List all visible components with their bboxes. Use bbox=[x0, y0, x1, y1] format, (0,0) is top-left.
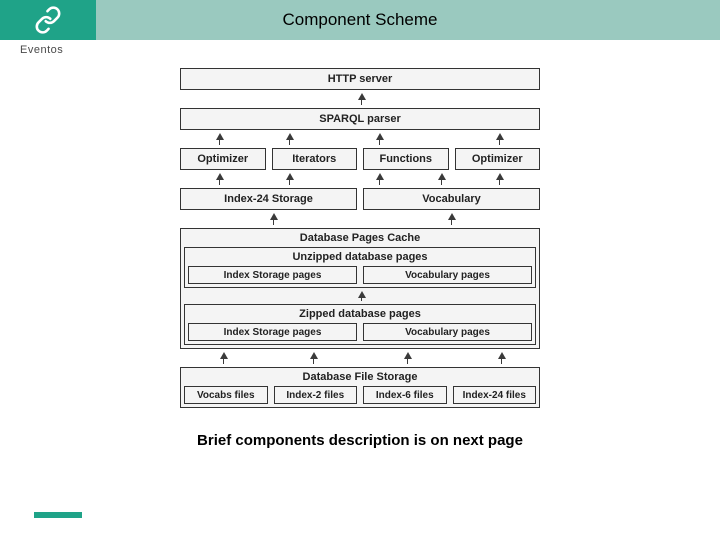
arrow-row bbox=[180, 173, 540, 185]
arrow-row bbox=[180, 133, 540, 145]
box-index-storage-pages-z: Index Storage pages bbox=[188, 323, 357, 341]
box-index-2-files: Index-2 files bbox=[274, 386, 358, 404]
arrow-row bbox=[180, 93, 540, 105]
footer-note: Brief components description is on next … bbox=[197, 432, 523, 449]
arrow-row bbox=[180, 352, 540, 364]
link-icon bbox=[34, 6, 62, 34]
arrow-row bbox=[180, 213, 540, 225]
box-vocabs-files: Vocabs files bbox=[184, 386, 268, 404]
tier-storage: Index-24 Storage Vocabulary bbox=[180, 188, 540, 210]
box-index-24-files: Index-24 files bbox=[453, 386, 537, 404]
diagram-area: HTTP server SPARQL parser Optimizer Iter… bbox=[0, 40, 720, 449]
box-optimizer-right: Optimizer bbox=[455, 148, 541, 170]
arrow-row bbox=[180, 291, 540, 301]
slide-header: Component Scheme bbox=[0, 0, 720, 40]
tier-http-server: HTTP server bbox=[180, 68, 540, 90]
slide-title: Component Scheme bbox=[96, 10, 720, 30]
box-functions: Functions bbox=[363, 148, 449, 170]
brand-logo bbox=[0, 0, 96, 40]
box-index-6-files: Index-6 files bbox=[363, 386, 447, 404]
box-index24-storage: Index-24 Storage bbox=[180, 188, 357, 210]
tier-sparql-parser: SPARQL parser bbox=[180, 108, 540, 130]
group-title: Unzipped database pages bbox=[292, 251, 427, 263]
tier-processors: Optimizer Iterators Functions Optimizer bbox=[180, 148, 540, 170]
brand-accent-bar bbox=[34, 512, 82, 518]
group-unzipped-pages: Unzipped database pages Index Storage pa… bbox=[184, 247, 536, 288]
group-db-pages-cache: Database Pages Cache Unzipped database p… bbox=[180, 228, 540, 349]
box-vocabulary-pages-z: Vocabulary pages bbox=[363, 323, 532, 341]
group-title: Database Pages Cache bbox=[300, 232, 420, 244]
box-iterators: Iterators bbox=[272, 148, 358, 170]
group-title: Database File Storage bbox=[303, 371, 418, 383]
brand-label: Eventos bbox=[20, 44, 63, 56]
box-index-storage-pages: Index Storage pages bbox=[188, 266, 357, 284]
box-vocabulary: Vocabulary bbox=[363, 188, 540, 210]
box-optimizer-left: Optimizer bbox=[180, 148, 266, 170]
component-scheme-diagram: HTTP server SPARQL parser Optimizer Iter… bbox=[180, 68, 540, 408]
box-vocabulary-pages: Vocabulary pages bbox=[363, 266, 532, 284]
group-db-file-storage: Database File Storage Vocabs files Index… bbox=[180, 367, 540, 408]
group-zipped-pages: Zipped database pages Index Storage page… bbox=[184, 304, 536, 345]
group-title: Zipped database pages bbox=[299, 308, 421, 320]
